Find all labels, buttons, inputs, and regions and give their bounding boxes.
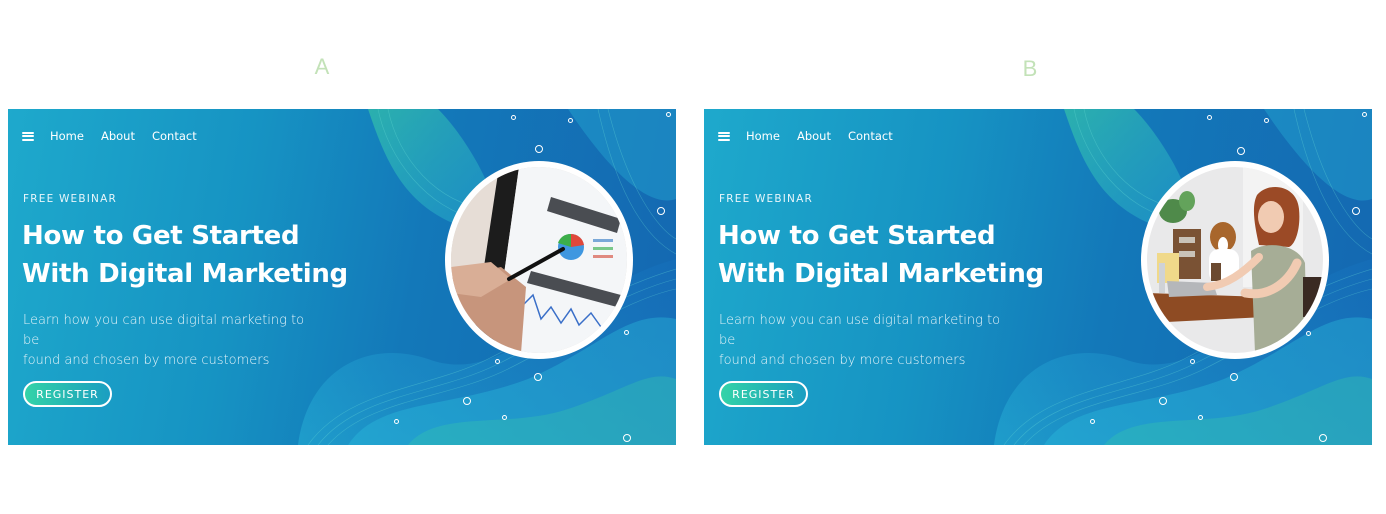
nav-contact[interactable]: Contact	[848, 129, 893, 143]
decor-circle	[502, 415, 507, 420]
variant-label-b: B	[1022, 56, 1038, 81]
decor-circle	[657, 207, 665, 215]
decor-circle	[568, 118, 573, 123]
eyebrow-label: FREE WEBINAR	[23, 193, 117, 205]
subtitle-line-1: Learn how you can use digital marketing …	[719, 313, 1001, 348]
decor-circle	[1237, 147, 1245, 155]
decor-circle	[1319, 434, 1327, 442]
headline-line-1: How to Get Started	[22, 221, 300, 251]
headline-line-2: With Digital Marketing	[22, 259, 348, 289]
headline: How to Get Started With Digital Marketin…	[22, 217, 348, 293]
subtitle: Learn how you can use digital marketing …	[23, 311, 323, 371]
nav-home[interactable]: Home	[50, 129, 84, 143]
decor-circle	[1230, 373, 1238, 381]
decor-circle	[1159, 397, 1167, 405]
webinar-banner-a: Home About Contact FREE WEBINAR How to G…	[8, 109, 676, 445]
decor-circle	[511, 115, 516, 120]
nav-about[interactable]: About	[797, 129, 831, 143]
decor-circle	[463, 397, 471, 405]
register-button[interactable]: REGISTER	[719, 381, 808, 407]
decor-circle	[1198, 415, 1203, 420]
subtitle: Learn how you can use digital marketing …	[719, 311, 1019, 371]
hamburger-icon[interactable]	[22, 131, 34, 141]
decor-circle	[666, 112, 671, 117]
decor-circle	[535, 145, 543, 153]
decor-circle	[1264, 118, 1269, 123]
subtitle-line-1: Learn how you can use digital marketing …	[23, 313, 305, 348]
decor-circle	[394, 419, 399, 424]
variant-label-a: A	[314, 54, 330, 79]
webinar-banner-b: Home About Contact FREE WEBINAR How to G…	[704, 109, 1372, 445]
photo-frame	[1141, 161, 1329, 359]
decor-circle	[1207, 115, 1212, 120]
eyebrow-label: FREE WEBINAR	[719, 193, 813, 205]
headline: How to Get Started With Digital Marketin…	[718, 217, 1044, 293]
register-button[interactable]: REGISTER	[23, 381, 112, 407]
photo-frame	[445, 161, 633, 359]
top-nav: Home About Contact	[22, 129, 214, 143]
nav-contact[interactable]: Contact	[152, 129, 197, 143]
decor-circle	[534, 373, 542, 381]
decor-circle	[1362, 112, 1367, 117]
hamburger-icon[interactable]	[718, 131, 730, 141]
woman-with-dog-photo	[1147, 167, 1323, 353]
decor-circle	[624, 330, 629, 335]
headline-line-1: How to Get Started	[718, 221, 996, 251]
decor-circle	[495, 359, 500, 364]
decor-circle	[1352, 207, 1360, 215]
decor-circle	[623, 434, 631, 442]
decor-circle	[1306, 331, 1311, 336]
nav-home[interactable]: Home	[746, 129, 780, 143]
subtitle-line-2: found and chosen by more customers	[23, 353, 270, 368]
analytics-tablet-photo	[451, 167, 627, 353]
subtitle-line-2: found and chosen by more customers	[719, 353, 966, 368]
decor-circle	[1190, 359, 1195, 364]
nav-about[interactable]: About	[101, 129, 135, 143]
decor-circle	[1090, 419, 1095, 424]
headline-line-2: With Digital Marketing	[718, 259, 1044, 289]
top-nav: Home About Contact	[718, 129, 910, 143]
